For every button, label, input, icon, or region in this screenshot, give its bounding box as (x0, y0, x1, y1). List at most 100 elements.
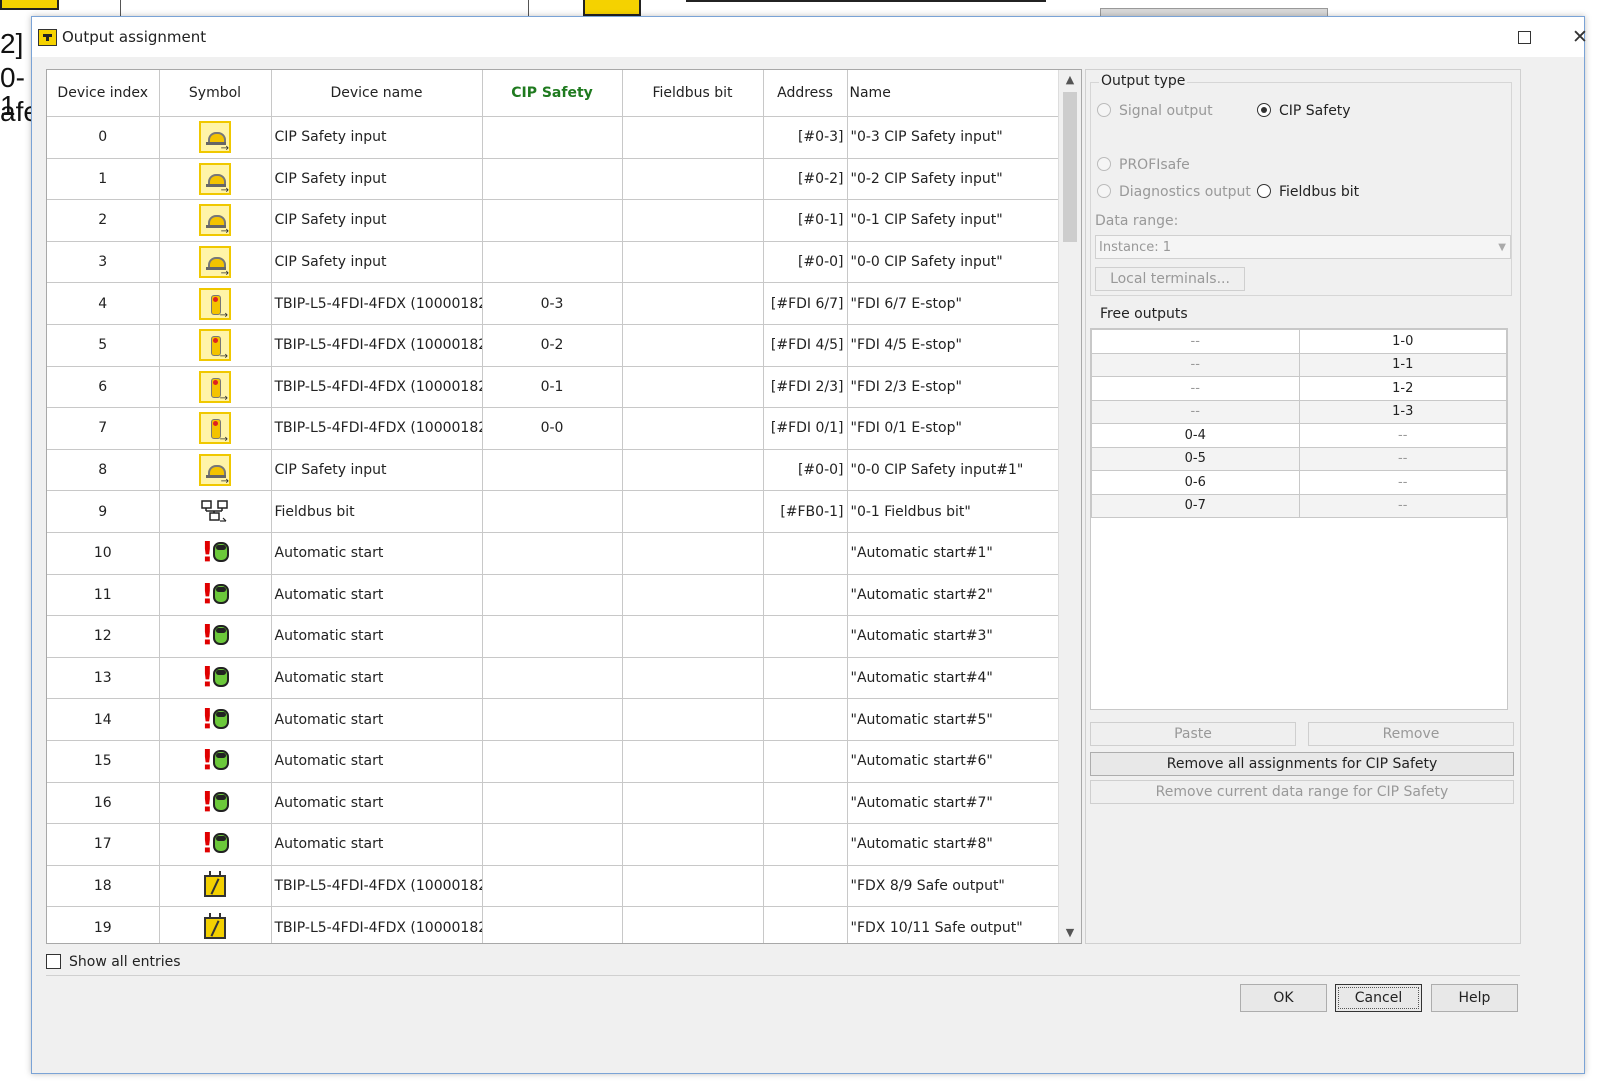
cell-fieldbus-bit[interactable] (622, 490, 764, 533)
free-output-row[interactable]: -- 1-1 (1091, 352, 1507, 377)
free-output-cell-right[interactable]: -- (1298, 493, 1507, 518)
cell-cip-safety[interactable] (482, 657, 623, 700)
free-output-cell-left[interactable]: 0-5 (1091, 446, 1300, 471)
diagnostics-output-radio[interactable]: Diagnostics output (1097, 184, 1251, 200)
free-output-row[interactable]: 0-6 -- (1091, 470, 1507, 495)
cell-cip-safety[interactable] (482, 449, 623, 492)
free-output-row[interactable]: -- 1-0 (1091, 329, 1507, 354)
free-output-cell-right[interactable]: 1-1 (1298, 352, 1507, 377)
table-row[interactable]: 0 → CIP Safety input [#0-3] "0-3 CIP Safety … (47, 116, 1059, 159)
cell-fieldbus-bit[interactable] (622, 574, 764, 617)
help-button[interactable]: Help (1431, 984, 1518, 1012)
ok-button[interactable]: OK (1240, 984, 1327, 1012)
cell-cip-safety[interactable]: 0-0 (482, 407, 623, 450)
remove-button[interactable]: Remove (1308, 722, 1514, 746)
free-output-cell-right[interactable]: 1-0 (1298, 329, 1507, 354)
cell-fieldbus-bit[interactable] (622, 199, 764, 242)
free-output-cell-left[interactable]: -- (1091, 329, 1300, 354)
cell-cip-safety[interactable] (482, 199, 623, 242)
scroll-up-arrow-icon[interactable]: ▲ (1059, 70, 1081, 90)
cell-cip-safety[interactable] (482, 241, 623, 284)
remove-all-assignments-button[interactable]: Remove all assignments for CIP Safety (1090, 752, 1514, 776)
table-row[interactable]: 5 → TBIP-L5-4FDI-4FDX (100001828) 0-2 [#FDI … (47, 324, 1059, 367)
cell-fieldbus-bit[interactable] (622, 449, 764, 492)
cell-fieldbus-bit[interactable] (622, 324, 764, 367)
cell-fieldbus-bit[interactable] (622, 407, 764, 450)
cell-fieldbus-bit[interactable] (622, 241, 764, 284)
cell-fieldbus-bit[interactable] (622, 158, 764, 201)
close-button[interactable]: ✕ (1560, 23, 1600, 51)
table-row[interactable]: 12! Automatic start "Automatic start#3" (47, 615, 1059, 658)
cell-fieldbus-bit[interactable] (622, 657, 764, 700)
cell-cip-safety[interactable]: 0-3 (482, 282, 623, 325)
table-row[interactable]: 1 → CIP Safety input [#0-2] "0-2 CIP Safety … (47, 158, 1059, 201)
cell-fieldbus-bit[interactable] (622, 906, 764, 943)
table-row[interactable]: 3 → CIP Safety input [#0-0] "0-0 CIP Safety … (47, 241, 1059, 284)
title-bar[interactable]: Output assignment ✕ (32, 17, 1588, 57)
table-row[interactable]: 14! Automatic start "Automatic start#5" (47, 698, 1059, 741)
free-output-cell-right[interactable]: -- (1298, 446, 1507, 471)
scroll-down-arrow-icon[interactable]: ▼ (1059, 923, 1081, 943)
free-output-cell-right[interactable]: 1-3 (1298, 399, 1507, 424)
column-header-device-name[interactable]: Device name (271, 70, 483, 117)
cell-fieldbus-bit[interactable] (622, 865, 764, 908)
free-output-cell-right[interactable]: 1-2 (1298, 376, 1507, 401)
cell-fieldbus-bit[interactable] (622, 282, 764, 325)
table-row[interactable]: 16! Automatic start "Automatic start#7" (47, 782, 1059, 825)
free-output-row[interactable]: 0-7 -- (1091, 493, 1507, 518)
table-row[interactable]: 17! Automatic start "Automatic start#8" (47, 823, 1059, 866)
data-range-select[interactable]: Instance: 1 ▼ (1095, 235, 1511, 259)
cell-fieldbus-bit[interactable] (622, 823, 764, 866)
cell-cip-safety[interactable] (482, 116, 623, 159)
profisafe-radio[interactable]: PROFIsafe (1097, 157, 1190, 173)
table-row[interactable]: 9 Fieldbus bit [#FB0-1] "0-1 Fieldbus bit" (47, 490, 1059, 533)
signal-output-radio[interactable]: Signal output (1097, 103, 1213, 119)
cell-cip-safety[interactable]: 0-1 (482, 366, 623, 409)
cell-cip-safety[interactable] (482, 490, 623, 533)
free-output-row[interactable]: -- 1-3 (1091, 399, 1507, 424)
cell-cip-safety[interactable] (482, 615, 623, 658)
table-row[interactable]: 18 TBIP-L5-4FDI-4FDX (100001828) "FDX 8/9 … (47, 865, 1059, 908)
column-header-cip-safety[interactable]: CIP Safety (482, 70, 623, 117)
cell-cip-safety[interactable] (482, 698, 623, 741)
cell-cip-safety[interactable] (482, 782, 623, 825)
cell-cip-safety[interactable] (482, 740, 623, 783)
free-output-cell-left[interactable]: -- (1091, 399, 1300, 424)
table-row[interactable]: 10! Automatic start "Automatic start#1" (47, 532, 1059, 575)
free-output-cell-left[interactable]: 0-6 (1091, 470, 1300, 495)
free-output-cell-right[interactable]: -- (1298, 470, 1507, 495)
free-output-row[interactable]: 0-5 -- (1091, 446, 1507, 471)
free-output-cell-left[interactable]: -- (1091, 352, 1300, 377)
paste-button[interactable]: Paste (1090, 722, 1296, 746)
table-row[interactable]: 15! Automatic start "Automatic start#6" (47, 740, 1059, 783)
cell-cip-safety[interactable] (482, 823, 623, 866)
cip-safety-radio[interactable]: CIP Safety (1257, 103, 1351, 119)
free-outputs-list[interactable]: -- 1-0 -- 1-1 -- 1-2 -- 1-3 0-4 -- 0-5 -- 0-6 -- 0-7 -- (1090, 328, 1508, 710)
table-row[interactable]: 7 → TBIP-L5-4FDI-4FDX (100001828) 0-0 [#FDI … (47, 407, 1059, 450)
free-output-row[interactable]: 0-4 -- (1091, 423, 1507, 448)
cell-cip-safety[interactable]: 0-2 (482, 324, 623, 367)
table-row[interactable]: 6 → TBIP-L5-4FDI-4FDX (100001828) 0-1 [#FDI … (47, 366, 1059, 409)
remove-current-data-range-button[interactable]: Remove current data range for CIP Safety (1090, 780, 1514, 804)
column-header-fieldbus-bit[interactable]: Fieldbus bit (622, 70, 764, 117)
vertical-scrollbar[interactable]: ▲ ▼ (1058, 70, 1081, 943)
cell-cip-safety[interactable] (482, 532, 623, 575)
table-row[interactable]: 8 → CIP Safety input [#0-0] "0-0 CIP Safety … (47, 449, 1059, 492)
table-row[interactable]: 13! Automatic start "Automatic start#4" (47, 657, 1059, 700)
cell-cip-safety[interactable] (482, 574, 623, 617)
table-row[interactable]: 4 → TBIP-L5-4FDI-4FDX (100001828) 0-3 [#FDI … (47, 282, 1059, 325)
scroll-thumb[interactable] (1063, 92, 1077, 242)
free-output-cell-right[interactable]: -- (1298, 423, 1507, 448)
column-header-address[interactable]: Address (763, 70, 848, 117)
cell-fieldbus-bit[interactable] (622, 615, 764, 658)
cancel-button[interactable]: Cancel (1335, 984, 1422, 1012)
cell-fieldbus-bit[interactable] (622, 782, 764, 825)
cell-cip-safety[interactable] (482, 158, 623, 201)
cell-fieldbus-bit[interactable] (622, 740, 764, 783)
cell-fieldbus-bit[interactable] (622, 366, 764, 409)
cell-fieldbus-bit[interactable] (622, 116, 764, 159)
maximize-button[interactable] (1504, 23, 1544, 51)
cell-cip-safety[interactable] (482, 906, 623, 943)
table-row[interactable]: 2 → CIP Safety input [#0-1] "0-1 CIP Safety … (47, 199, 1059, 242)
column-header-name[interactable]: Name (847, 70, 1059, 117)
